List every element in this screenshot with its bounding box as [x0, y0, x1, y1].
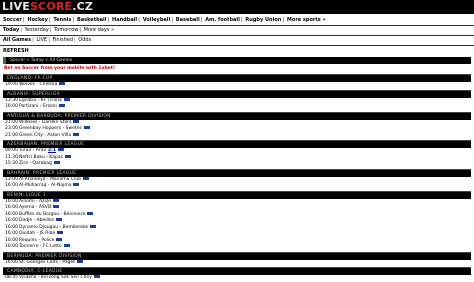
- sport-link-soccer[interactable]: Soccer: [3, 17, 22, 23]
- sport-link-am-football[interactable]: Am. football: [205, 17, 240, 23]
- match-teams: Ouidah - JS Ribe: [19, 231, 56, 236]
- match-detail-icon[interactable]: [73, 132, 80, 136]
- match-time: 21:00: [5, 132, 18, 138]
- match-teams: Willikies - Garden Stars: [19, 119, 72, 125]
- match-teams: Neftci Baku - Kapaz: [19, 154, 63, 160]
- sports-nav: Soccer| Hockey| Tennis| Basketball| Hand…: [3, 17, 326, 23]
- promo-link[interactable]: Bet on Soccer from your mobile with 1xbe…: [0, 64, 474, 73]
- header-bar: LIVESCORE.CZ: [0, 0, 474, 14]
- day-link-more[interactable]: More days »: [84, 27, 114, 33]
- match-teams: Visakha - Kirivong Sok Sen Chey: [19, 275, 92, 280]
- match-detail-icon[interactable]: [87, 211, 94, 215]
- match-detail-icon[interactable]: [56, 237, 63, 241]
- filter-finished[interactable]: Finished: [53, 37, 73, 43]
- match-detail-icon[interactable]: [82, 176, 89, 180]
- match-time: 16:00: [5, 259, 18, 265]
- breadcrumb: Soccer » Today » All Games: [3, 57, 471, 64]
- match-detail-icon[interactable]: [56, 218, 63, 221]
- match-detail-icon[interactable]: [73, 119, 80, 123]
- match-detail-icon[interactable]: [64, 154, 71, 158]
- match-score[interactable]: 2:1: [48, 148, 56, 153]
- refresh-link[interactable]: REFRESH: [0, 48, 474, 55]
- match-teams: Dynamo Djougou - Bembereke: [19, 224, 89, 230]
- match-time: 08:45: [5, 275, 18, 280]
- match-teams: Requins - Police: [19, 237, 55, 243]
- match-detail-icon[interactable]: [53, 161, 60, 164]
- league-list: ENGLAND: FA CUP 19:00Wolves - Chelsea ALBA…: [0, 74, 474, 282]
- day-link-yesterday[interactable]: Yesterday: [25, 27, 49, 33]
- league-header[interactable]: ENGLAND: FA CUP: [3, 74, 471, 82]
- match-row[interactable]: 16:00Partizani - Erzeni: [0, 104, 474, 111]
- match-teams: Al-Khalidiya - Manama Club: [19, 176, 81, 182]
- sport-link-handball[interactable]: Handball: [112, 17, 137, 23]
- days-nav: Today| Yesterday| Tomorrow| More days »: [3, 27, 115, 33]
- match-detail-icon[interactable]: [57, 148, 64, 151]
- match-row[interactable]: 16:00Al-Muharraq - Al-Najma: [0, 183, 474, 190]
- sport-link-baseball[interactable]: Baseball: [176, 17, 200, 23]
- match-row[interactable]: 19:00Wolves - Chelsea: [0, 82, 474, 89]
- league-header[interactable]: ANTIGUA & BARBUDA: PREMIER DIVISION: [3, 111, 471, 120]
- match-teams: Dadje - Abeilles: [19, 218, 55, 223]
- match-row[interactable]: 16:00Tonnerre - FC Lotto: [0, 244, 474, 251]
- match-teams: Zira - Qarabag: [19, 161, 52, 166]
- match-row[interactable]: 16:00St. Georges Colts - Pagét: [0, 259, 474, 267]
- match-time: 16:00: [5, 183, 18, 188]
- match-row[interactable]: 15:30Zira - Qarabag: [0, 161, 474, 168]
- match-detail-icon[interactable]: [59, 82, 66, 85]
- match-detail-icon[interactable]: [52, 198, 59, 202]
- sport-link-more[interactable]: More sports »: [287, 17, 326, 23]
- day-link-tomorrow[interactable]: Tomorrow: [54, 27, 78, 33]
- match-detail-icon[interactable]: [58, 104, 65, 107]
- match-detail-icon[interactable]: [90, 224, 97, 228]
- match-detail-icon[interactable]: [53, 205, 60, 208]
- day-link-today[interactable]: Today: [3, 27, 19, 33]
- divider: [0, 45, 474, 46]
- match-detail-icon[interactable]: [63, 244, 70, 247]
- match-teams: Green City - Aston Villa: [19, 132, 72, 138]
- match-row[interactable]: 08:45Visakha - Kirivong Sok Sen Chey: [0, 275, 474, 282]
- divider: [0, 35, 474, 36]
- match-teams: Egnatia - KF Tirana: [19, 97, 62, 103]
- match-teams: St. Georges Colts - Pagét: [19, 259, 76, 265]
- match-detail-icon[interactable]: [83, 126, 90, 129]
- sport-link-hockey[interactable]: Hockey: [27, 17, 47, 23]
- match-detail-icon[interactable]: [93, 275, 100, 278]
- match-teams: Wolves - Chelsea: [19, 82, 58, 87]
- match-teams: Tonnerre - FC Lotto: [19, 244, 62, 249]
- match-teams: Greenbay Hoppers - Swetes: [19, 126, 82, 131]
- sport-link-tennis[interactable]: Tennis: [53, 17, 71, 23]
- match-teams: Ayema - ASVO: [19, 205, 52, 210]
- match-teams: Turan - Araz: [19, 148, 46, 153]
- league-header[interactable]: BERMUDA: PREMIER DIVISION: [3, 251, 471, 260]
- filter-all-games[interactable]: All Games: [3, 37, 31, 43]
- filter-live[interactable]: LIVE: [36, 37, 47, 43]
- league-header[interactable]: CAMBODIA: C-LEAGUE: [3, 267, 471, 275]
- league-header[interactable]: ALBANIA: SUPERLIGA: [3, 89, 471, 98]
- match-detail-icon[interactable]: [77, 259, 84, 263]
- filter-odds[interactable]: Odds: [78, 37, 91, 43]
- league-header[interactable]: BAHRAIN: PREMIER LEAGUE: [3, 168, 471, 177]
- match-row[interactable]: 21:00Green City - Aston Villa: [0, 132, 474, 140]
- site-logo[interactable]: LIVESCORE.CZ: [2, 1, 93, 13]
- match-time: 16:00: [5, 244, 18, 249]
- sport-link-basketball[interactable]: Basketball: [77, 17, 107, 23]
- sport-link-volleyball[interactable]: Volleyball: [143, 17, 171, 23]
- league-header[interactable]: BENIN: LIGUE 1: [3, 190, 471, 199]
- match-time: 19:00: [5, 82, 18, 87]
- match-teams: Buffles du Borgou - Béninoise: [19, 211, 86, 217]
- divider: [0, 25, 474, 26]
- match-detail-icon[interactable]: [73, 183, 80, 186]
- match-teams: Partizani - Erzeni: [19, 104, 57, 109]
- sport-link-rugby-union[interactable]: Rugby Union: [245, 17, 281, 23]
- match-detail-icon[interactable]: [63, 97, 70, 101]
- match-detail-icon[interactable]: [57, 231, 64, 234]
- filter-nav: All Games| LIVE| Finished| Odds: [3, 37, 92, 43]
- match-teams: Ainomi - Azize: [19, 198, 51, 204]
- match-time: 16:00: [5, 104, 18, 109]
- league-header[interactable]: AZERBAIJAN: PREMIER LEAGUE: [3, 140, 471, 148]
- match-time: 15:30: [5, 161, 18, 166]
- match-teams: Al-Muharraq - Al-Najma: [19, 183, 72, 188]
